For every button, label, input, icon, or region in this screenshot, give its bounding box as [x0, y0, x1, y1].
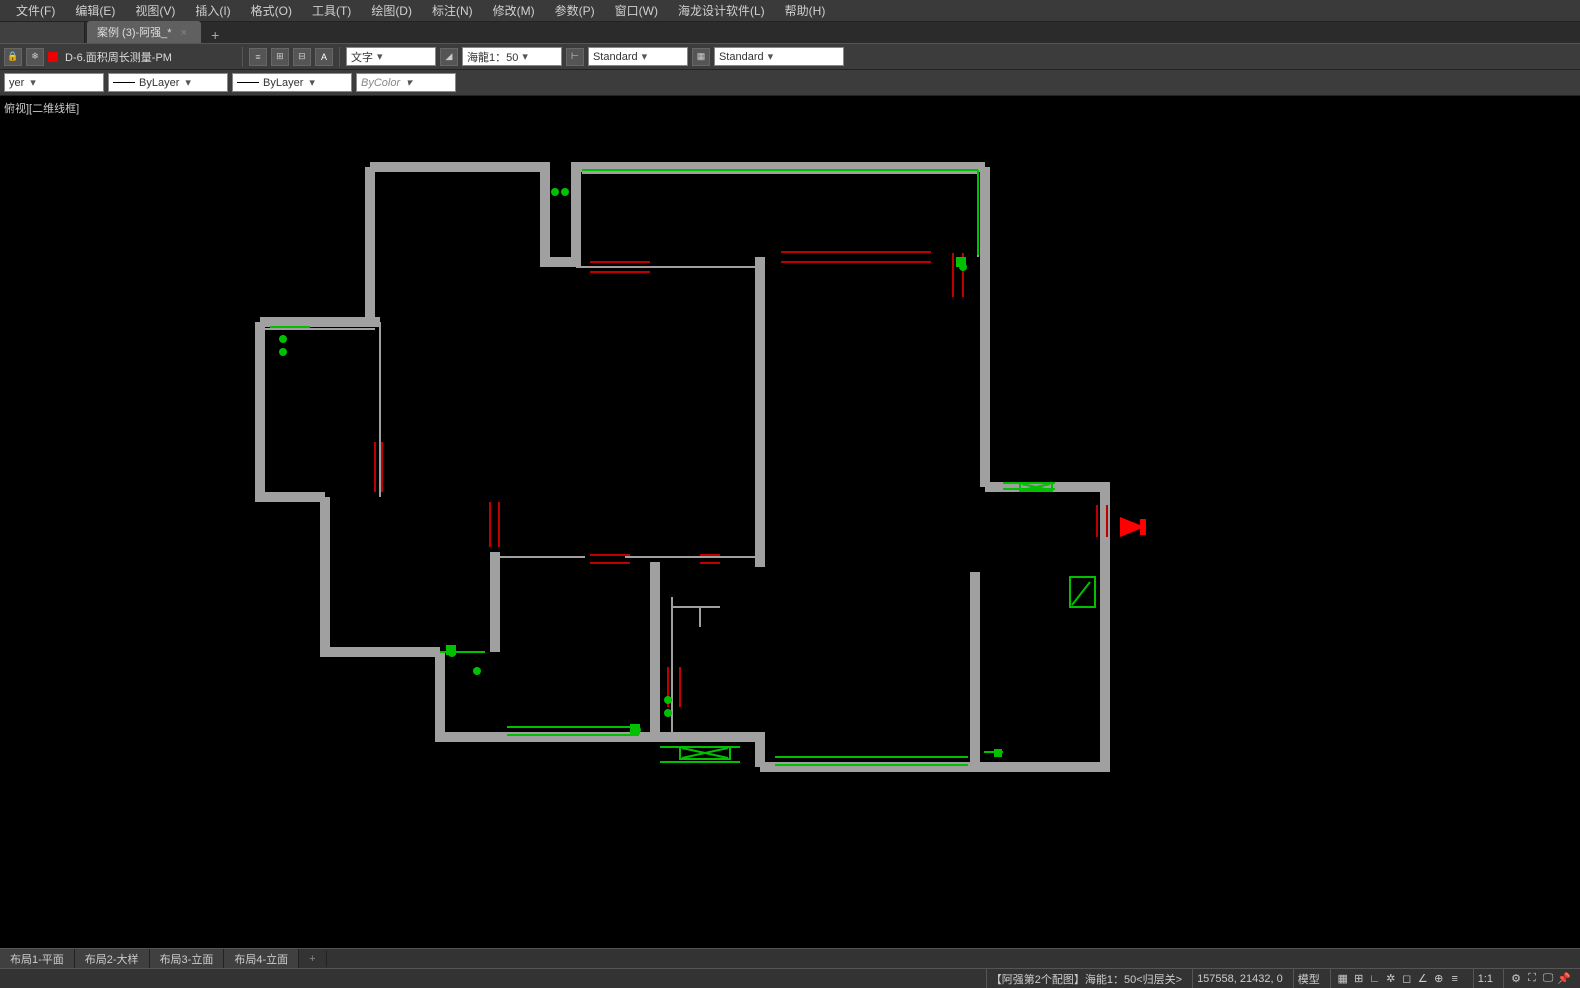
- status-space[interactable]: 模型: [1293, 969, 1324, 988]
- menu-view[interactable]: 视图(V): [125, 0, 185, 22]
- line-preview-icon: [113, 82, 135, 83]
- menu-window[interactable]: 窗口(W): [605, 0, 668, 22]
- tab-spacer: [0, 22, 85, 43]
- chevron-down-icon: ▾: [309, 76, 315, 89]
- layer-color-swatch[interactable]: [48, 52, 58, 62]
- chevron-down-icon: ▾: [377, 50, 383, 63]
- drawing-canvas[interactable]: [0, 96, 1580, 968]
- line-preview-icon: [237, 82, 259, 83]
- menu-file[interactable]: 文件(F): [6, 0, 65, 22]
- layer-dropdown[interactable]: yer ▾: [4, 73, 104, 92]
- layer-name: D-6.面积周长测量-PM: [65, 49, 172, 65]
- dimstyle1-value: Standard: [593, 51, 638, 63]
- lwt-icon[interactable]: ≡: [1448, 972, 1462, 986]
- menu-edit[interactable]: 编辑(E): [65, 0, 125, 22]
- floorplan-dots: [279, 188, 1002, 757]
- layout-tabs: 布局1-平面 布局2-大样 布局3-立面 布局4-立面 +: [0, 948, 1580, 968]
- color-value: ByColor: [361, 77, 400, 89]
- status-toggles: ▦ ⊞ ∟ ✲ ◻ ∠ ⊕ ≡: [1330, 969, 1467, 988]
- layer-lock-icon[interactable]: 🔒: [4, 48, 22, 66]
- menu-insert[interactable]: 插入(I): [185, 0, 240, 22]
- layout-add-button[interactable]: +: [299, 951, 326, 967]
- scale-dropdown[interactable]: 海龍1：50 ▾: [462, 47, 562, 66]
- status-coords: 157558, 21432, 0: [1192, 969, 1287, 988]
- chevron-down-icon: ▾: [768, 50, 774, 63]
- linetype-dropdown[interactable]: ByLayer ▾: [108, 73, 228, 92]
- scale-value: 海龍1：50: [467, 49, 518, 65]
- pin-icon[interactable]: 📌: [1557, 972, 1571, 986]
- osnap-icon[interactable]: ◻: [1400, 972, 1414, 986]
- entry-arrow-icon: [1120, 517, 1146, 537]
- scale-icon[interactable]: ◢: [440, 48, 458, 66]
- statusbar: 【阿强第2个配图】海能1：50<归层关> 157558, 21432, 0 模型…: [0, 968, 1580, 988]
- dimstyle1-dropdown[interactable]: Standard ▾: [588, 47, 688, 66]
- dyn-icon[interactable]: ⊕: [1432, 972, 1446, 986]
- drawing-viewport[interactable]: 俯视][二维线框]: [0, 96, 1580, 968]
- layout-tab-3[interactable]: 布局3-立面: [150, 949, 225, 969]
- dim-icon[interactable]: ⊢: [566, 48, 584, 66]
- text-style-value: 文字: [351, 49, 373, 65]
- menu-draw[interactable]: 绘图(D): [361, 0, 422, 22]
- close-icon[interactable]: ×: [181, 27, 187, 39]
- linetype-value: ByLayer: [139, 77, 179, 89]
- menu-tools[interactable]: 工具(T): [302, 0, 361, 22]
- style-icon-2[interactable]: ⊞: [271, 48, 289, 66]
- add-tab-button[interactable]: +: [211, 27, 219, 43]
- style-icon-1[interactable]: ≡: [249, 48, 267, 66]
- document-tabs: 案例 (3)-阿强_* × +: [0, 22, 1580, 44]
- lineweight-value: ByLayer: [263, 77, 303, 89]
- menubar: 文件(F) 编辑(E) 视图(V) 插入(I) 格式(O) 工具(T) 绘图(D…: [0, 0, 1580, 22]
- properties-toolbar: yer ▾ ByLayer ▾ ByLayer ▾ ByColor ▾: [0, 70, 1580, 96]
- floorplan-openings: [375, 252, 1107, 707]
- cog-icon[interactable]: ⚙: [1509, 972, 1523, 986]
- color-dropdown[interactable]: ByColor ▾: [356, 73, 456, 92]
- menu-modify[interactable]: 修改(M): [483, 0, 545, 22]
- style-icon-3[interactable]: ⊟: [293, 48, 311, 66]
- dimstyle2-value: Standard: [719, 51, 764, 63]
- tab-label: 案例 (3)-阿强_*: [97, 27, 172, 39]
- layer-icon[interactable]: ❄: [26, 48, 44, 66]
- text-style-dropdown[interactable]: 文字 ▾: [346, 47, 436, 66]
- chevron-down-icon: ▾: [30, 76, 36, 89]
- chevron-down-icon: ▾: [406, 76, 412, 89]
- status-phase: 【阿强第2个配图】海能1：50<归层关>: [986, 969, 1186, 988]
- menu-annotate[interactable]: 标注(N): [422, 0, 483, 22]
- menu-help[interactable]: 帮助(H): [775, 0, 836, 22]
- table-icon[interactable]: ▦: [692, 48, 710, 66]
- chevron-down-icon: ▾: [185, 76, 191, 89]
- layer-toolbar: 🔒 ❄ D-6.面积周长测量-PM ≡ ⊞ ⊟ A 文字 ▾ ◢ 海龍1：50 …: [0, 44, 1580, 70]
- monitor-icon[interactable]: 🖵: [1541, 972, 1555, 986]
- status-ratio[interactable]: 1:1: [1473, 969, 1497, 988]
- chevron-down-icon: ▾: [642, 50, 648, 63]
- layout-tab-2[interactable]: 布局2-大样: [75, 949, 150, 969]
- polar-icon[interactable]: ✲: [1384, 972, 1398, 986]
- chevron-down-icon: ▾: [522, 50, 528, 63]
- maximize-icon[interactable]: ⛶: [1525, 972, 1539, 986]
- lineweight-dropdown[interactable]: ByLayer ▾: [232, 73, 352, 92]
- menu-hailong[interactable]: 海龙设计软件(L): [668, 0, 775, 22]
- status-extra-icons: ⚙ ⛶ 🖵 📌: [1503, 969, 1576, 988]
- layer-dropdown-value: yer: [9, 77, 24, 89]
- dimstyle2-dropdown[interactable]: Standard ▾: [714, 47, 844, 66]
- snap-icon[interactable]: ⊞: [1352, 972, 1366, 986]
- menu-param[interactable]: 参数(P): [545, 0, 605, 22]
- track-icon[interactable]: ∠: [1416, 972, 1430, 986]
- active-tab[interactable]: 案例 (3)-阿强_* ×: [87, 21, 201, 43]
- menu-format[interactable]: 格式(O): [241, 0, 302, 22]
- layout-tab-1[interactable]: 布局1-平面: [0, 949, 75, 969]
- ortho-icon[interactable]: ∟: [1368, 972, 1382, 986]
- layout-tab-4[interactable]: 布局4-立面: [224, 949, 299, 969]
- grid-icon[interactable]: ▦: [1336, 972, 1350, 986]
- text-icon[interactable]: A: [315, 48, 333, 66]
